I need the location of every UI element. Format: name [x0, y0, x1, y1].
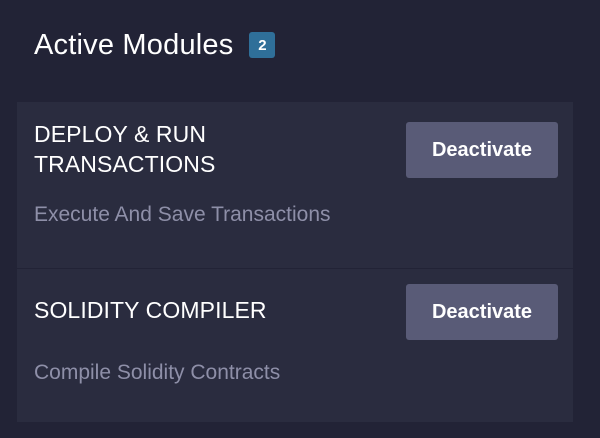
active-modules-panel: Active Modules 2 DEPLOY & RUN TRANSACTIO… — [0, 0, 600, 438]
module-title: DEPLOY & RUN TRANSACTIONS — [34, 121, 216, 177]
deactivate-button[interactable]: Deactivate — [406, 284, 558, 340]
deactivate-button[interactable]: Deactivate — [406, 122, 558, 178]
section-title: Active Modules — [34, 29, 234, 61]
section-header: Active Modules 2 — [34, 26, 276, 64]
module-title: SOLIDITY COMPILER — [34, 297, 267, 323]
module-description: Execute And Save Transactions — [34, 203, 331, 226]
module-description: Compile Solidity Contracts — [34, 361, 281, 384]
module-item-solidity-compiler: SOLIDITY COMPILER Deactivate Compile Sol… — [17, 269, 573, 422]
module-count-badge: 2 — [249, 32, 276, 58]
module-item-deploy-run: DEPLOY & RUN TRANSACTIONS Deactivate Exe… — [17, 102, 573, 269]
module-list: DEPLOY & RUN TRANSACTIONS Deactivate Exe… — [17, 102, 573, 422]
